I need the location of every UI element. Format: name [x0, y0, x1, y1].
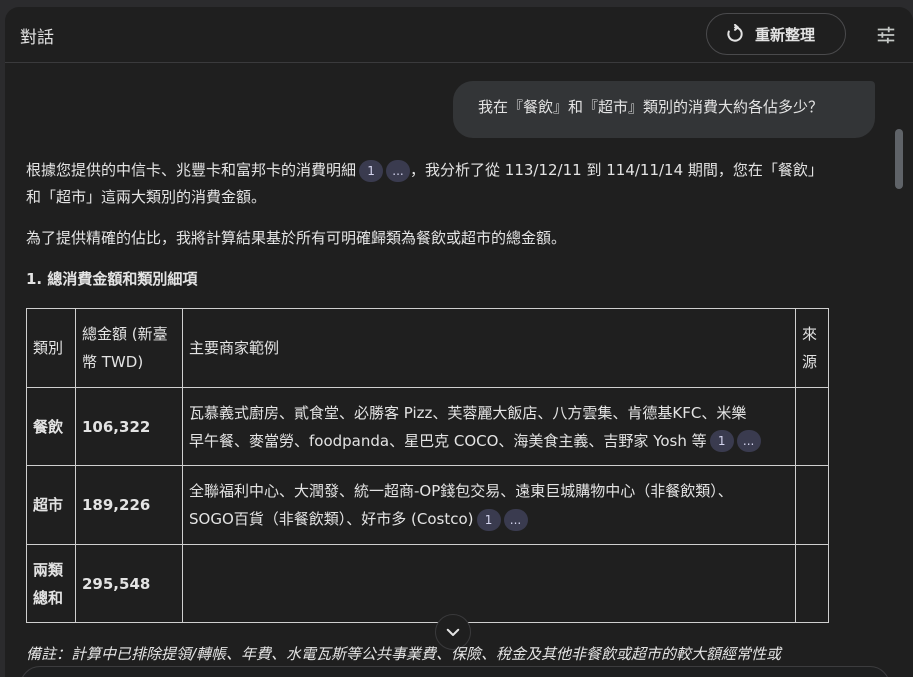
user-message-text: 我在『餐飲』和『超市』類別的消費大約各佔多少？	[478, 98, 824, 116]
chevron-down-icon	[446, 628, 460, 636]
citation-more-chip[interactable]: ...	[736, 430, 761, 452]
prompt-input-bar[interactable]	[20, 666, 890, 677]
citation-more-chip[interactable]: ...	[386, 159, 411, 182]
row-category: 兩類 總和	[26, 544, 76, 623]
header-merchants: 主要商家範例	[182, 308, 796, 388]
row-merchants: 全聯福利中心、大潤發、統一超商-OP錢包交易、遠東巨城購物中心（非餐飲類）、 S…	[182, 465, 796, 545]
row-total: 295,548	[75, 544, 183, 623]
chat-panel: 對話 重新整理 我在『餐飲』和『超市』類別的消費大約各佔多少？ 根據您提供的中信…	[5, 7, 913, 677]
citation-chip[interactable]: 1	[709, 430, 734, 452]
row-merchants	[182, 544, 796, 623]
table-row: 兩類 總和 295,548	[26, 544, 829, 623]
refresh-button[interactable]: 重新整理	[706, 13, 846, 55]
response-paragraph-1: 根據您提供的中信卡、兆豐卡和富邦卡的消費明細 1... ，我分析了從 113/12/…	[26, 157, 823, 211]
refresh-icon	[727, 24, 743, 42]
response-text: ，我分析了從 113/12/11 到 114/11/14 期間，您在「餐飲」	[410, 161, 823, 179]
scrollbar[interactable]	[895, 129, 903, 189]
row-total: 106,322	[75, 387, 183, 466]
row-total: 189,226	[75, 465, 183, 545]
header-category: 類別	[26, 308, 76, 388]
citation-more-chip[interactable]: ...	[503, 508, 528, 531]
row-source	[795, 465, 829, 545]
row-category: 餐飲	[26, 387, 76, 466]
user-message-bubble: 我在『餐飲』和『超市』類別的消費大約各佔多少？	[453, 81, 875, 138]
row-merchants: 瓦慕義式廚房、貳食堂、必勝客 Pizz、芙蓉麗大飯店、八方雲集、肯德基KFC、米…	[182, 387, 796, 466]
row-source	[795, 544, 829, 623]
response-text: 和「超市」這兩大類別的消費金額。	[26, 188, 267, 206]
citation-chip[interactable]: 1	[359, 159, 384, 182]
row-source	[795, 387, 829, 466]
response-text: 根據您提供的中信卡、兆豐卡和富邦卡的消費明細	[26, 161, 357, 179]
table-header-row: 類別 總金額 (新臺幣 TWD) 主要商家範例 來源	[26, 308, 829, 388]
spending-table: 類別 總金額 (新臺幣 TWD) 主要商家範例 來源 餐飲 106,322 瓦慕…	[26, 308, 829, 623]
header: 對話 重新整理	[5, 7, 913, 63]
header-total: 總金額 (新臺幣 TWD)	[75, 308, 183, 388]
table-row: 餐飲 106,322 瓦慕義式廚房、貳食堂、必勝客 Pizz、芙蓉麗大飯店、八方…	[26, 387, 829, 466]
section-heading: 1. 總消費金額和類別細項	[26, 270, 198, 288]
citation-chip[interactable]: 1	[476, 508, 501, 531]
table-row: 超市 189,226 全聯福利中心、大潤發、統一超商-OP錢包交易、遠東巨城購物…	[26, 465, 829, 545]
row-category: 超市	[26, 465, 76, 545]
response-paragraph-2: 為了提供精確的佔比，我將計算結果基於所有可明確歸類為餐飲或超市的總金額。	[26, 229, 567, 247]
footnote: 備註：計算中已排除提領/轉帳、年費、水電瓦斯等公共事業費、保險、稅金及其他非餐飲…	[26, 645, 782, 663]
header-source: 來源	[795, 308, 829, 388]
tune-icon[interactable]	[875, 24, 897, 46]
page-title: 對話	[20, 28, 54, 48]
refresh-label: 重新整理	[755, 25, 816, 44]
